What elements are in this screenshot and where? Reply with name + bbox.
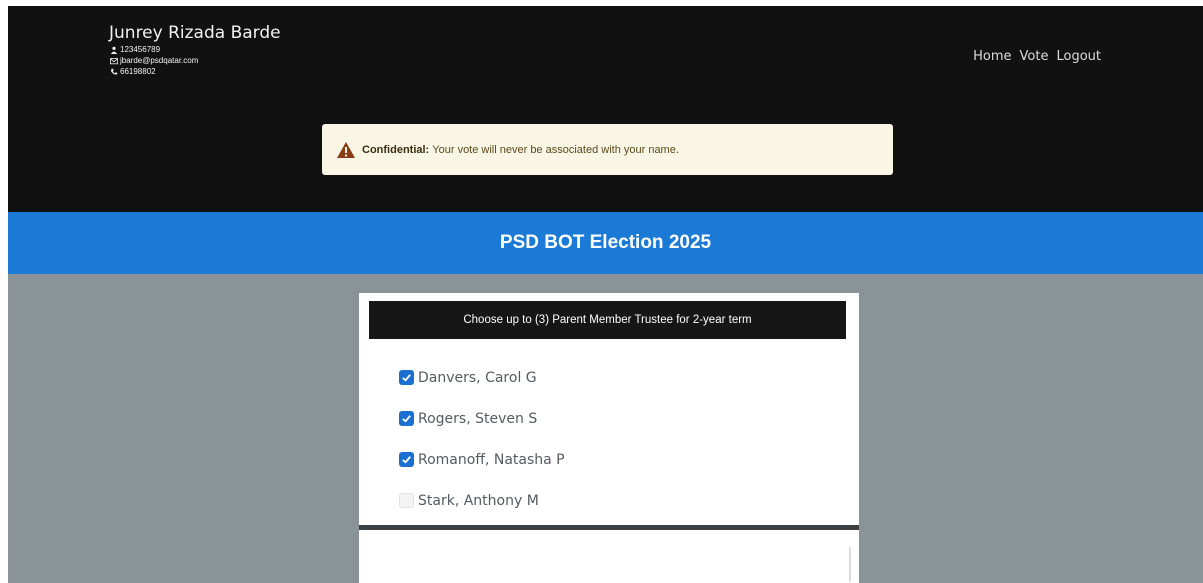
candidate-option[interactable]: Stark, Anthony M [399, 480, 565, 521]
user-phone-line: 66198802 [109, 66, 281, 77]
notice-label: Confidential: [362, 143, 430, 156]
user-name: Junrey Rizada Barde [109, 23, 281, 43]
nav-logout-link[interactable]: Logout [1056, 49, 1101, 64]
envelope-icon [109, 56, 118, 65]
checkbox-checked[interactable] [399, 411, 414, 426]
user-phone: 66198802 [120, 67, 156, 76]
ballot-card: Choose up to (3) Parent Member Trustee f… [359, 293, 859, 525]
checkbox-checked[interactable] [399, 370, 414, 385]
scrollbar[interactable] [849, 547, 851, 582]
candidate-list: Danvers, Carol G Rogers, Steven S Romano… [399, 357, 565, 521]
user-id: 123456789 [120, 45, 161, 54]
page: Junrey Rizada Barde 123456789 jbarde@psd… [8, 6, 1203, 583]
user-email-line: jbarde@psdqatar.com [109, 55, 281, 66]
candidate-name: Danvers, Carol G [418, 369, 537, 386]
candidate-option[interactable]: Romanoff, Natasha P [399, 439, 565, 480]
user-icon [109, 45, 118, 54]
checkbox-checked[interactable] [399, 452, 414, 467]
next-ballot-card [359, 530, 859, 583]
user-id-line: 123456789 [109, 44, 281, 55]
user-info: Junrey Rizada Barde 123456789 jbarde@psd… [109, 22, 281, 77]
candidate-name: Stark, Anthony M [418, 492, 539, 509]
nav-home-link[interactable]: Home [973, 49, 1011, 64]
ballot-heading: Choose up to (3) Parent Member Trustee f… [369, 301, 846, 339]
candidate-option[interactable]: Rogers, Steven S [399, 398, 565, 439]
confidential-notice: Confidential: Your vote will never be as… [322, 124, 893, 175]
header: Junrey Rizada Barde 123456789 jbarde@psd… [8, 6, 1203, 212]
election-title-bar: PSD BOT Election 2025 [8, 212, 1203, 274]
page-title: PSD BOT Election 2025 [499, 232, 712, 253]
nav-vote-link[interactable]: Vote [1020, 49, 1049, 64]
notice-text: Your vote will never be associated with … [432, 143, 679, 156]
warning-icon [337, 141, 355, 158]
candidate-name: Romanoff, Natasha P [418, 451, 565, 468]
user-email: jbarde@psdqatar.com [120, 56, 199, 65]
checkbox-unchecked[interactable] [399, 493, 414, 508]
main-nav: Home Vote Logout [973, 49, 1101, 64]
candidate-option[interactable]: Danvers, Carol G [399, 357, 565, 398]
phone-icon [109, 67, 118, 76]
candidate-name: Rogers, Steven S [418, 410, 538, 427]
